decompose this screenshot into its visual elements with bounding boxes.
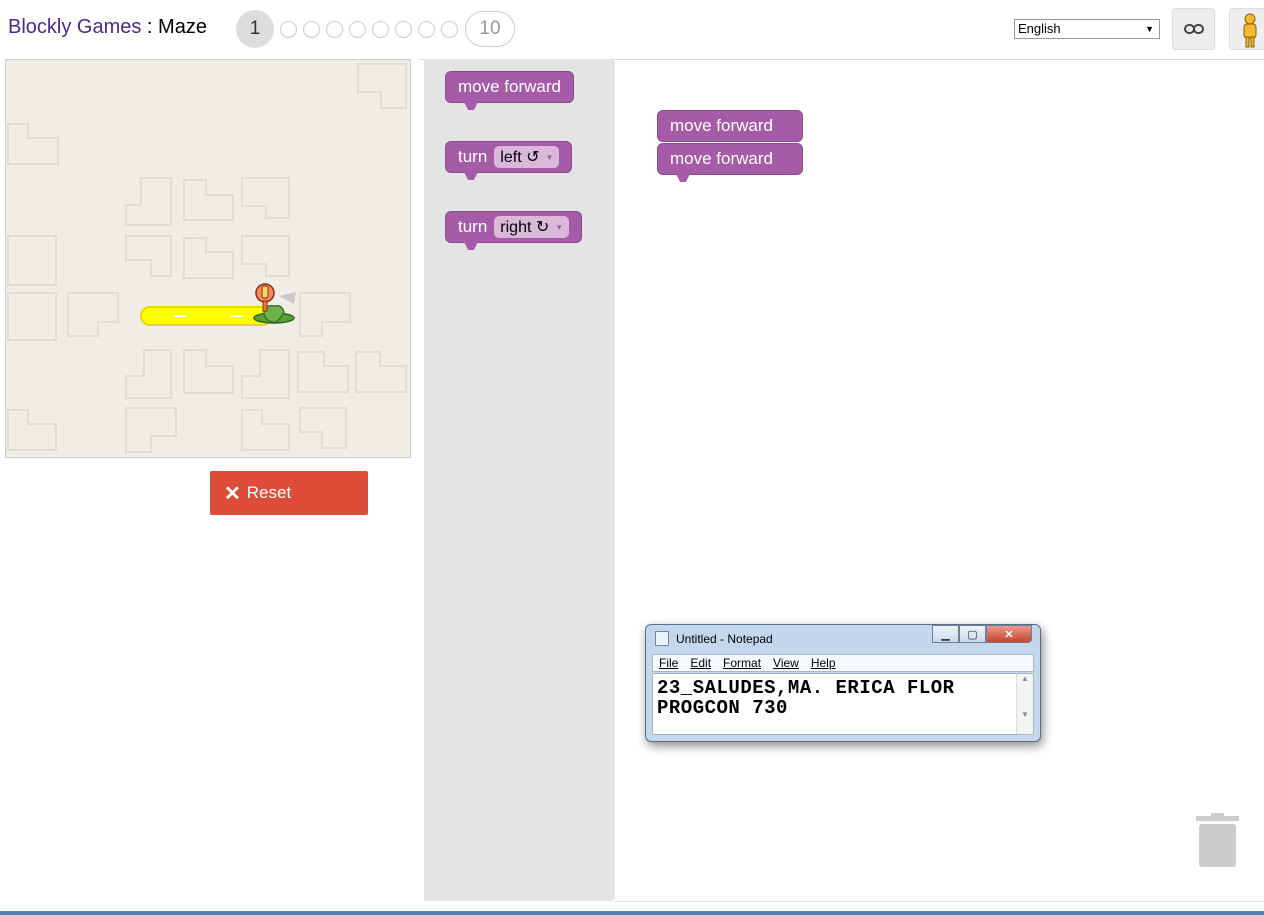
level-1-button[interactable]: 1: [236, 10, 274, 48]
notepad-window[interactable]: Untitled - Notepad ▁ ▢ ✕ File Edit Forma…: [645, 624, 1041, 742]
dropdown-value: right ↻: [500, 219, 550, 236]
menu-file[interactable]: File: [659, 656, 678, 670]
header: Blockly Games : Maze 1 10 English ▼: [0, 0, 1264, 58]
notepad-scrollbar[interactable]: ▲ ▼: [1016, 674, 1033, 734]
block-label: turn: [458, 147, 488, 166]
block-label: move forward: [458, 77, 561, 96]
notepad-title: Untitled - Notepad: [676, 632, 773, 646]
toolbox-block-move-forward[interactable]: move forward: [445, 71, 574, 110]
workspace-border: [615, 901, 1264, 902]
level-5-dot[interactable]: [349, 20, 366, 38]
level-9-dot[interactable]: [441, 20, 458, 38]
block-label: move forward: [670, 149, 773, 168]
notepad-text: 23_SALUDES,MA. ERICA FLOR PROGCON 730: [657, 678, 955, 718]
minimize-button[interactable]: ▁: [932, 625, 959, 643]
menu-help[interactable]: Help: [811, 656, 836, 670]
notepad-line-2: PROGCON 730: [657, 697, 788, 719]
level-6-dot[interactable]: [372, 20, 389, 38]
taskbar: [0, 911, 1264, 915]
level-7-dot[interactable]: [395, 20, 412, 38]
dropdown-caret-icon: ▼: [545, 152, 554, 162]
link-icon: [1183, 24, 1204, 34]
notepad-text-area[interactable]: 23_SALUDES,MA. ERICA FLOR PROGCON 730 ▲ ▼: [652, 673, 1034, 735]
maximize-button[interactable]: ▢: [959, 625, 986, 643]
pegman-button[interactable]: [1229, 8, 1264, 50]
game-name: Maze: [158, 16, 207, 38]
level-3-dot[interactable]: [303, 20, 320, 38]
dropdown-caret-icon: ▼: [555, 222, 564, 232]
maze-display: [5, 59, 411, 458]
page-title: Blockly Games : Maze: [8, 16, 207, 39]
block-label: move forward: [670, 116, 773, 135]
close-icon: ✕: [224, 482, 241, 505]
reset-label: Reset: [246, 483, 292, 502]
toolbox-block-turn-right[interactable]: turn right ↻ ▼: [445, 211, 583, 250]
block-label: turn: [458, 217, 488, 236]
reset-button[interactable]: ✕ Reset: [210, 471, 368, 515]
language-select[interactable]: English ▼: [1014, 19, 1160, 39]
workspace-block-move-forward[interactable]: move forward: [657, 143, 803, 182]
dropdown-arrow-icon: ▼: [1145, 24, 1154, 34]
level-2-dot[interactable]: [280, 20, 297, 38]
window-controls: ▁ ▢ ✕: [932, 625, 1032, 643]
trash-icon[interactable]: [1196, 813, 1239, 867]
dropdown-value: left ↺: [500, 149, 540, 166]
pegman-icon: [1243, 13, 1257, 48]
level-8-dot[interactable]: [418, 20, 435, 38]
close-button[interactable]: ✕: [986, 625, 1032, 643]
level-nav: 1 10: [236, 10, 515, 48]
direction-dropdown[interactable]: left ↺ ▼: [494, 146, 560, 168]
link-button[interactable]: [1172, 8, 1215, 50]
brand-link[interactable]: Blockly Games: [8, 16, 141, 38]
level-10-button[interactable]: 10: [465, 11, 515, 47]
notepad-menubar: File Edit Format View Help: [652, 654, 1034, 672]
workspace-block-move-forward[interactable]: move forward: [657, 110, 803, 142]
title-separator: :: [141, 16, 159, 38]
maze-tiles: [7, 63, 407, 453]
level-4-dot[interactable]: [326, 20, 343, 38]
menu-view[interactable]: View: [773, 656, 799, 670]
language-value: English: [1018, 21, 1061, 36]
direction-dropdown[interactable]: right ↻ ▼: [494, 216, 570, 238]
toolbox: [424, 59, 615, 901]
menu-edit[interactable]: Edit: [690, 656, 711, 670]
toolbox-block-turn-left[interactable]: turn left ↺ ▼: [445, 141, 573, 180]
notepad-icon: [655, 631, 669, 646]
maze-path: [140, 306, 272, 326]
notepad-line-1: 23_SALUDES,MA. ERICA FLOR: [657, 677, 955, 699]
menu-format[interactable]: Format: [723, 656, 761, 670]
